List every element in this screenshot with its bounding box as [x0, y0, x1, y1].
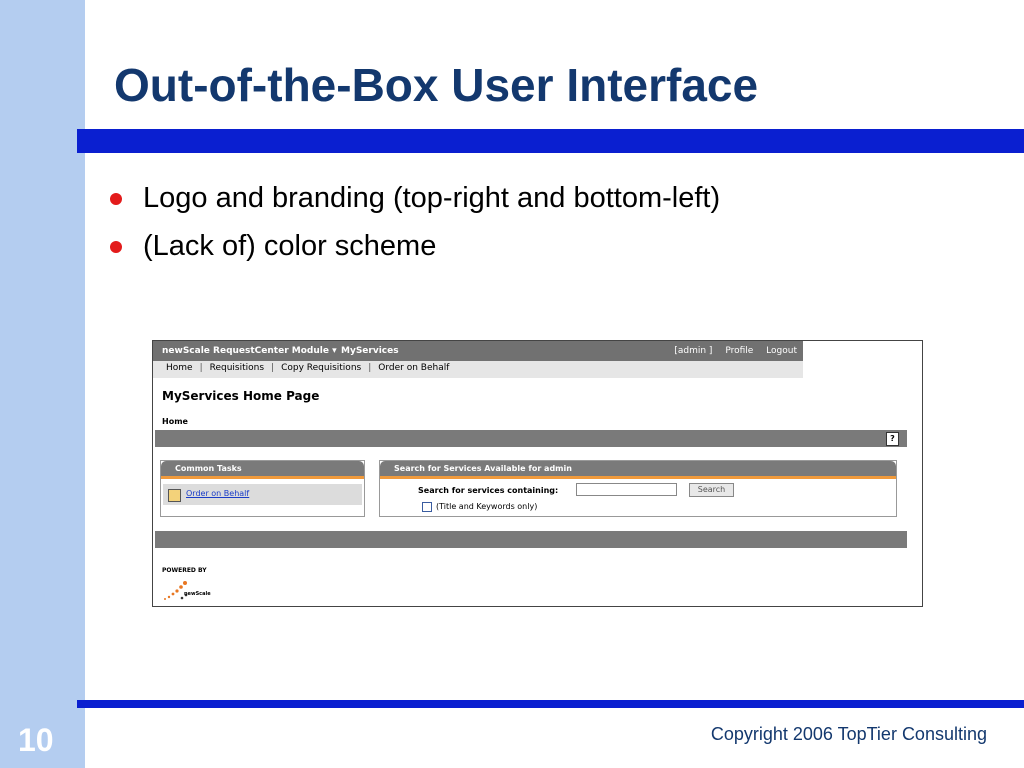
app-navbar: Home | Requisitions | Copy Requisitions | Orde…	[153, 361, 803, 378]
footer-rule	[77, 700, 1024, 708]
bullet-list: Logo and branding (top-right and bottom-…	[110, 180, 720, 276]
bullet-dot-icon	[110, 241, 122, 253]
nav-separator: |	[271, 363, 275, 373]
help-icon[interactable]: ?	[886, 432, 899, 446]
nav-order-on-behalf[interactable]: Order on Behalf	[378, 363, 449, 373]
nav-separator: |	[199, 363, 203, 373]
powered-by-label: POWERED BY	[162, 567, 207, 574]
checkbox-label: (Title and Keywords only)	[436, 502, 538, 511]
profile-link[interactable]: Profile	[725, 346, 753, 356]
left-accent-band	[0, 0, 85, 768]
bullet-text: (Lack of) color scheme	[143, 230, 437, 262]
search-button[interactable]: Search	[689, 483, 734, 497]
app-topbar: newScale RequestCenter Module ▾ MyServic…	[153, 341, 803, 361]
slide-number: 10	[18, 722, 54, 758]
nav-home[interactable]: Home	[166, 363, 193, 373]
common-tasks-panel: Common Tasks Order on Behalf	[160, 460, 365, 517]
search-label: Search for services containing:	[418, 486, 559, 495]
logout-link[interactable]: Logout	[766, 346, 797, 356]
bullet-item: Logo and branding (top-right and bottom-…	[110, 180, 720, 228]
bullet-item: (Lack of) color scheme	[110, 228, 720, 276]
bullet-dot-icon	[110, 193, 122, 205]
newscale-logo-icon	[164, 581, 188, 600]
footer-bar	[155, 531, 907, 548]
task-row[interactable]: Order on Behalf	[163, 484, 362, 505]
copyright-text: Copyright 2006 TopTier Consulting	[710, 724, 987, 744]
title-keywords-checkbox[interactable]	[422, 502, 432, 512]
title-rule	[77, 129, 1024, 153]
slide-title: Out-of-the-Box User Interface	[114, 59, 759, 111]
nav-separator: |	[368, 363, 372, 373]
brand-menu[interactable]: newScale RequestCenter Module ▾	[162, 346, 337, 356]
search-panel: Search for Services Available for admin …	[379, 460, 897, 517]
page-title: MyServices Home Page	[162, 389, 320, 403]
nav-requisitions[interactable]: Requisitions	[210, 363, 264, 373]
common-tasks-header: Common Tasks	[161, 461, 364, 479]
order-on-behalf-link[interactable]: Order on Behalf	[186, 489, 249, 498]
search-input[interactable]	[576, 483, 677, 496]
search-panel-header: Search for Services Available for admin	[380, 461, 896, 479]
util-links: [admin ] Profile Logout	[664, 346, 797, 356]
bullet-text: Logo and branding (top-right and bottom-…	[143, 182, 721, 214]
logo-text: newScale	[184, 591, 211, 597]
admin-link[interactable]: [admin ]	[674, 346, 712, 356]
breadcrumb[interactable]: Home	[162, 417, 188, 426]
embedded-screenshot: newScale RequestCenter Module ▾ MyServic…	[152, 340, 923, 607]
toolbar-bar: ?	[155, 430, 907, 447]
nav-copy-requisitions[interactable]: Copy Requisitions	[281, 363, 361, 373]
order-task-icon	[168, 489, 181, 502]
module-name: MyServices	[341, 346, 399, 356]
